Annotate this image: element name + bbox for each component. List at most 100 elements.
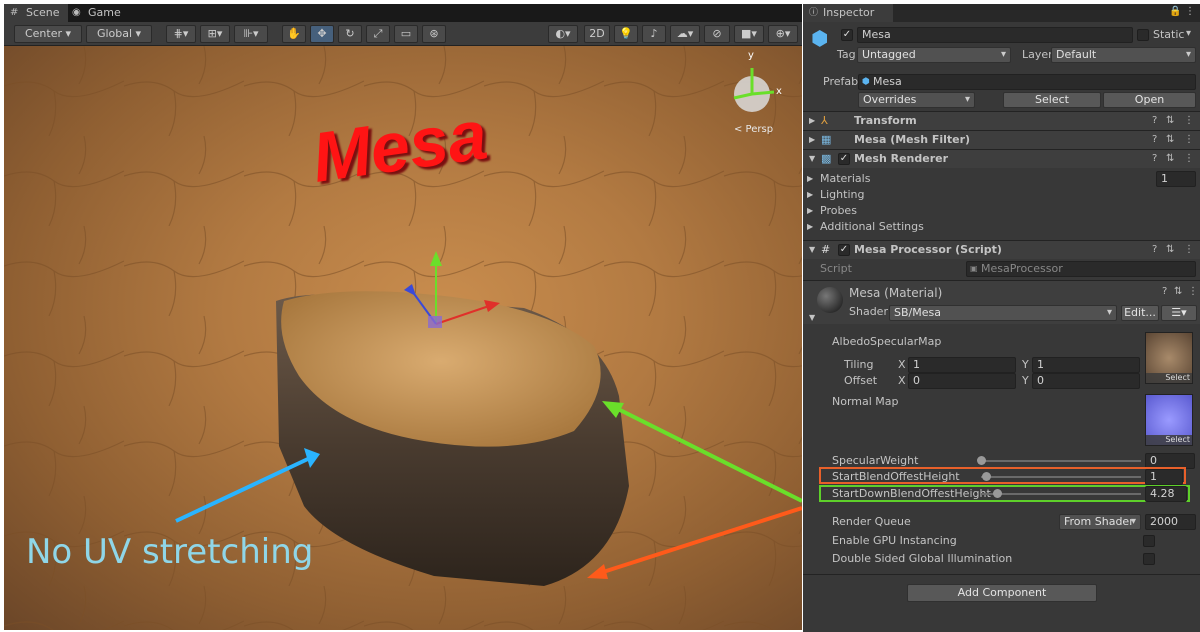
render-queue-dropdown[interactable]: From Shader	[1059, 514, 1141, 530]
scene-viewport[interactable]: Mesa No UV stretching < Persp y x	[4, 46, 802, 630]
component-menu-icon[interactable]: ⋮	[1184, 112, 1194, 130]
prefab-icon: ⬢	[862, 77, 870, 87]
render-queue-field[interactable]: 2000	[1145, 514, 1196, 530]
foldout-arrow-icon[interactable]: ▶	[809, 112, 815, 130]
script-enabled-checkbox[interactable]: ✓	[838, 244, 850, 256]
component-transform[interactable]: ▶ ⅄ Transform ? ⇅ ⋮	[803, 111, 1200, 130]
audio-icon[interactable]: ♪	[642, 25, 666, 43]
start-blend-row[interactable]: StartBlendOffestHeight 1	[803, 468, 1200, 486]
start-blend-label: StartBlendOffestHeight	[832, 470, 960, 483]
albedo-select-label[interactable]: Select	[1146, 373, 1192, 383]
help-icon[interactable]: ?	[1152, 150, 1157, 168]
help-icon[interactable]: ?	[1152, 241, 1157, 259]
more-menu-icon[interactable]: ⋮	[1185, 6, 1195, 17]
start-down-blend-track[interactable]	[981, 493, 1141, 495]
toggle-2d-button[interactable]: 2D	[584, 25, 610, 43]
materials-count-field[interactable]: 1	[1156, 171, 1196, 187]
component-mesa-processor[interactable]: ▼ # ✓ Mesa Processor (Script) ? ⇅ ⋮	[803, 240, 1200, 259]
component-mesh-renderer[interactable]: ▼ ▩ ✓ Mesh Renderer ? ⇅ ⋮	[803, 149, 1200, 168]
offset-x-field[interactable]: 0	[908, 373, 1016, 389]
prefab-select-button[interactable]: Select	[1003, 92, 1101, 108]
start-blend-knob[interactable]	[981, 472, 991, 481]
preset-icon[interactable]: ⇅	[1166, 241, 1174, 259]
component-menu-icon[interactable]: ⋮	[1184, 150, 1194, 168]
scale-tool-icon[interactable]: ⤢	[366, 25, 390, 43]
effects-icon[interactable]: ☁▾	[670, 25, 700, 43]
help-icon[interactable]: ?	[1152, 131, 1157, 149]
foldout-open-icon[interactable]: ▼	[809, 150, 815, 168]
transform-tool-icon[interactable]: ⊛	[422, 25, 446, 43]
offset-y-field[interactable]: 0	[1032, 373, 1140, 389]
gizmo-x-label: x	[776, 86, 782, 97]
rotate-tool-icon[interactable]: ↻	[338, 25, 362, 43]
rect-tool-icon[interactable]: ▭	[394, 25, 418, 43]
specular-weight-track[interactable]	[981, 460, 1141, 462]
preset-icon[interactable]: ⇅	[1174, 286, 1182, 297]
specular-weight-knob[interactable]	[977, 456, 986, 465]
move-tool-icon[interactable]: ✥	[310, 25, 334, 43]
tab-inspector[interactable]: ⓘ Inspector	[803, 4, 893, 22]
gizmo-plane-handle[interactable]	[428, 316, 442, 328]
space-dropdown[interactable]: Global ▾	[86, 25, 152, 43]
tag-dropdown[interactable]: Untagged	[857, 47, 1011, 63]
increment-snap-icon[interactable]: ⊪▾	[234, 25, 268, 43]
active-checkbox[interactable]: ✓	[841, 29, 853, 41]
camera-icon[interactable]: ■▾	[734, 25, 764, 43]
prefab-open-button[interactable]: Open	[1103, 92, 1196, 108]
component-menu-icon[interactable]: ⋮	[1188, 286, 1198, 297]
preset-icon[interactable]: ⇅	[1166, 150, 1174, 168]
pivot-dropdown[interactable]: Center ▾	[14, 25, 82, 43]
space-label: Global	[96, 27, 133, 40]
add-component-button[interactable]: Add Component	[907, 584, 1097, 602]
visibility-icon[interactable]: ⊘	[704, 25, 730, 43]
gpu-instancing-checkbox[interactable]	[1143, 535, 1155, 547]
static-dropdown-icon[interactable]: ▾	[1186, 28, 1191, 39]
start-down-blend-field[interactable]: 4.28	[1145, 486, 1187, 502]
normal-select-label[interactable]: Select	[1146, 435, 1192, 445]
hand-tool-icon[interactable]: ✋	[282, 25, 306, 43]
foldout-open-icon[interactable]: ▼	[809, 313, 815, 322]
material-header[interactable]: Mesa (Material) ? ⇅ ⋮ ▼ Shader SB/Mesa E…	[803, 280, 1200, 324]
snap-icon[interactable]: ⋕▾	[166, 25, 196, 43]
normal-texture-slot[interactable]: Select	[1145, 394, 1193, 446]
start-down-blend-knob[interactable]	[993, 489, 1002, 498]
prefab-value: Mesa	[873, 75, 902, 88]
static-checkbox[interactable]	[1137, 29, 1149, 41]
prefab-field[interactable]: ⬢ Mesa	[858, 74, 1196, 90]
help-icon[interactable]: ?	[1152, 112, 1157, 130]
mesh-renderer-enabled-checkbox[interactable]: ✓	[838, 153, 850, 165]
start-down-blend-row[interactable]: StartDownBlendOffestHeight 4.28	[803, 485, 1200, 503]
tiling-x-field[interactable]: 1	[908, 357, 1016, 373]
lighting-icon[interactable]: 💡	[614, 25, 638, 43]
preset-icon[interactable]: ⇅	[1166, 131, 1174, 149]
render-queue-label: Render Queue	[832, 515, 911, 528]
component-mesh-filter[interactable]: ▶ ▦ Mesa (Mesh Filter) ? ⇅ ⋮	[803, 130, 1200, 149]
shader-edit-button[interactable]: Edit...	[1121, 305, 1159, 321]
help-icon[interactable]: ?	[1162, 286, 1167, 297]
gizmo-y-label: y	[748, 50, 754, 61]
shader-list-icon[interactable]: ☰▾	[1161, 305, 1197, 321]
component-menu-icon[interactable]: ⋮	[1184, 241, 1194, 259]
component-menu-icon[interactable]: ⋮	[1184, 131, 1194, 149]
lock-icon[interactable]: 🔒	[1169, 6, 1181, 17]
start-blend-field[interactable]: 1	[1145, 469, 1183, 485]
start-blend-track[interactable]	[981, 476, 1141, 478]
tab-game[interactable]: ◉ Game	[66, 4, 129, 22]
grid-snap-icon[interactable]: ⊞▾	[200, 25, 230, 43]
albedo-texture-slot[interactable]: Select	[1145, 332, 1193, 384]
persp-label[interactable]: < Persp	[734, 124, 773, 135]
additional-settings-row[interactable]: ▶ Additional Settings	[803, 218, 1200, 236]
double-sided-gi-checkbox[interactable]	[1143, 553, 1155, 565]
gizmos-icon[interactable]: ⊕▾	[768, 25, 798, 43]
foldout-open-icon[interactable]: ▼	[809, 241, 815, 259]
overrides-dropdown[interactable]: Overrides	[858, 92, 975, 108]
foldout-arrow-icon[interactable]: ▶	[807, 218, 813, 236]
tab-scene[interactable]: # Scene	[4, 4, 68, 22]
object-name-field[interactable]: Mesa	[857, 27, 1133, 43]
tiling-y-field[interactable]: 1	[1032, 357, 1140, 373]
foldout-arrow-icon[interactable]: ▶	[809, 131, 815, 149]
preset-icon[interactable]: ⇅	[1166, 112, 1174, 130]
draw-mode-icon[interactable]: ◐▾	[548, 25, 578, 43]
shader-dropdown[interactable]: SB/Mesa	[889, 305, 1117, 321]
layer-dropdown[interactable]: Default	[1051, 47, 1196, 63]
